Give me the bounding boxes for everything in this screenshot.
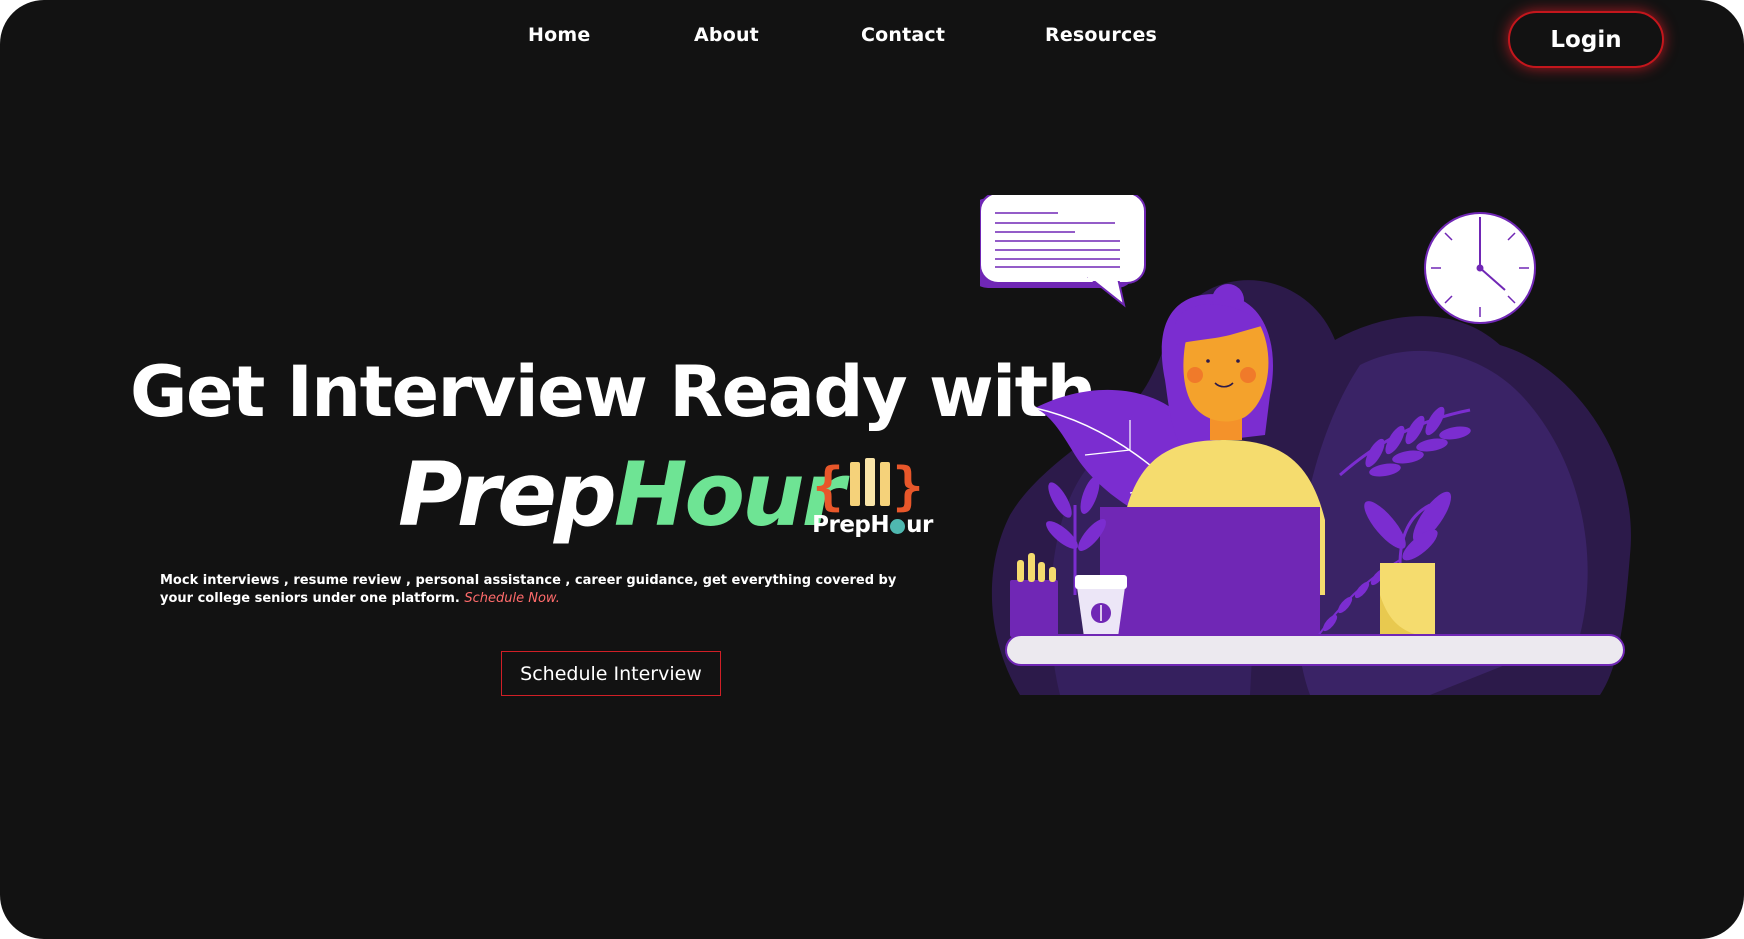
- schedule-interview-button[interactable]: Schedule Interview: [501, 651, 721, 696]
- hero-title: Get Interview Ready with: [130, 351, 1096, 433]
- hero-description: Mock interviews , resume review , person…: [160, 572, 920, 608]
- nav-contact-link[interactable]: Contact: [861, 24, 945, 46]
- logo-wordmark-part1: PrepH: [812, 512, 890, 538]
- laptop-icon: [1100, 507, 1320, 637]
- brand-prep-text: Prep: [398, 443, 617, 546]
- logo-wordmark: PrepH ur: [810, 512, 935, 538]
- clock-icon: [1424, 212, 1536, 324]
- logo-wordmark-part2: ur: [906, 512, 933, 538]
- speech-bubble-icon: [980, 195, 1146, 308]
- prephour-logo: { } PrepH ur: [810, 452, 945, 552]
- logo-books-icon: { }: [812, 457, 923, 517]
- logo-dot-icon: [890, 519, 906, 534]
- nav-home-link[interactable]: Home: [528, 24, 590, 46]
- coffee-cup-icon: [1075, 575, 1127, 637]
- logo-right-brace: }: [892, 457, 923, 514]
- desk-surface: [1005, 634, 1625, 666]
- nav-about-link[interactable]: About: [694, 24, 759, 46]
- brand-heading: PrepHour: [398, 443, 845, 546]
- logo-left-brace: {: [812, 457, 843, 514]
- login-button[interactable]: Login: [1508, 11, 1664, 68]
- nav-resources-link[interactable]: Resources: [1045, 24, 1157, 46]
- schedule-now-link[interactable]: Schedule Now.: [464, 591, 559, 606]
- brand-hour-text: Hour: [613, 443, 845, 546]
- page-frame: Home About Contact Resources Login Get I…: [0, 0, 1744, 939]
- hero-illustration: [980, 195, 1631, 695]
